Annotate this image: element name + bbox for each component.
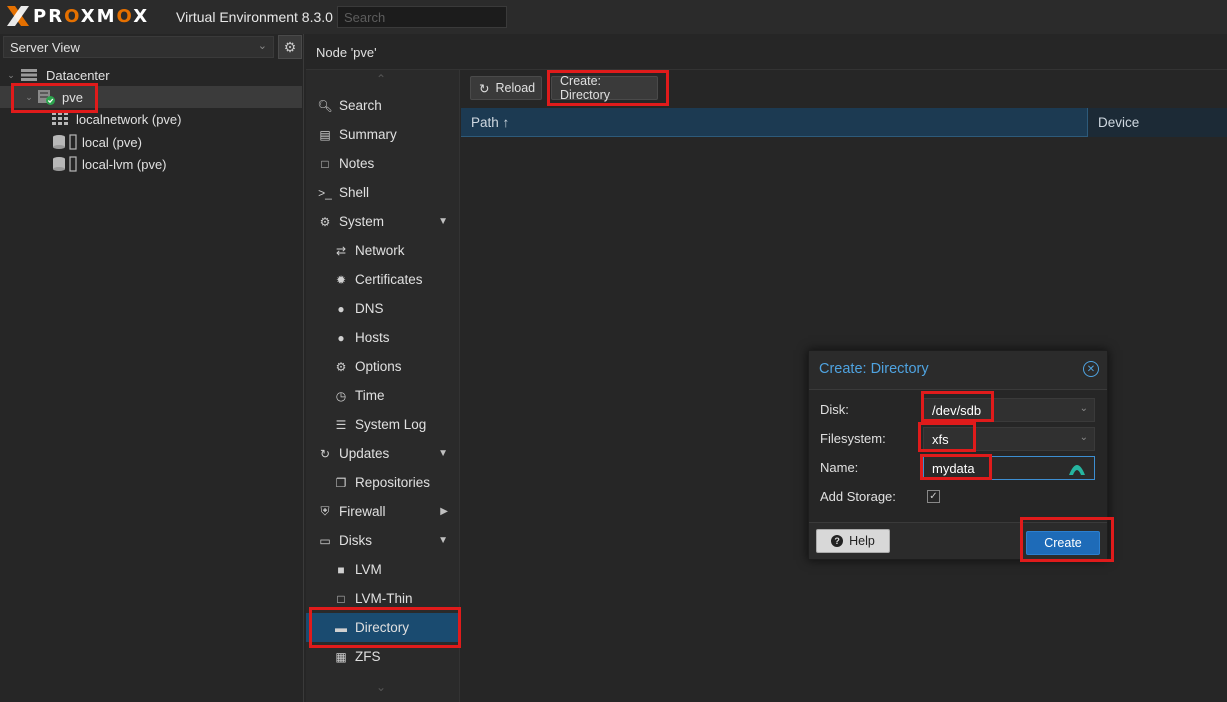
name-row: Name: mydata (809, 456, 1107, 480)
create-directory-dialog: Create: Directory ✕ Disk: /dev/sdb ⌄ Fil… (808, 350, 1108, 560)
nav-item-summary[interactable]: ▤ Summary (306, 120, 460, 149)
note-icon: □ (321, 156, 329, 171)
password-manager-icon[interactable] (1068, 460, 1086, 476)
create-directory-button[interactable]: Create: Directory (551, 74, 658, 102)
create-button[interactable]: Create (1026, 531, 1100, 555)
nav-item-system-log[interactable]: ☰ System Log (306, 410, 460, 439)
tree-item-datacenter[interactable]: ⌄ Datacenter (0, 64, 302, 86)
nav-item-disks[interactable]: ▭ Disks ▼ (306, 526, 460, 555)
dialog-title: Create: Directory (819, 361, 929, 377)
scroll-down-icon[interactable]: ⌄ (376, 680, 386, 694)
expand-down-icon[interactable]: ▼ (438, 216, 448, 227)
files-icon: ❐ (335, 475, 347, 490)
tree-item-localnetwork[interactable]: localnetwork (pve) (0, 108, 302, 130)
cogs-icon: ⚙ (319, 214, 331, 229)
globe-icon: ● (337, 301, 345, 316)
server-rack-icon (21, 69, 37, 81)
proxmox-x-icon (7, 6, 29, 26)
expand-down-icon[interactable]: ▼ (438, 535, 448, 546)
gear-icon: ⚙ (335, 359, 347, 374)
node-header: Node 'pve' (306, 34, 1227, 70)
storage-icon (53, 156, 77, 172)
grid-header: Path ↑ Device (461, 108, 1227, 137)
toolbar: ↻ Reload Create: Directory (461, 70, 1227, 108)
column-path[interactable]: Path ↑ (471, 115, 509, 130)
tree-item-pve[interactable]: ⌄ pve (0, 86, 302, 108)
nav-item-lvm[interactable]: ■ LVM (306, 555, 460, 584)
book-icon: ▤ (319, 127, 331, 142)
product-title: Virtual Environment 8.3.0 (176, 9, 333, 25)
chevron-down-icon: ⌄ (257, 40, 267, 52)
proxmox-logo[interactable]: PROXMOX (5, 4, 149, 28)
nav-item-lvm-thin[interactable]: □ LVM-Thin (306, 584, 460, 613)
filesystem-row: Filesystem: xfs ⌄ (809, 427, 1107, 451)
name-input[interactable]: mydata (923, 456, 1095, 480)
node-nav-menu: ⌃ 🔍︎ Search ▤ Summary □ Notes >_ Shell ⚙… (306, 70, 460, 702)
list-icon: ☰ (335, 417, 347, 432)
globe-icon: ● (337, 330, 345, 345)
disk-row: Disk: /dev/sdb ⌄ (809, 398, 1107, 422)
column-device[interactable]: Device (1087, 108, 1227, 137)
refresh-icon: ↻ (319, 446, 331, 461)
square-outline-icon: □ (337, 591, 345, 606)
tree-item-local-lvm[interactable]: local-lvm (pve) (0, 153, 302, 175)
collapse-icon[interactable]: ⌄ (24, 92, 34, 103)
expand-down-icon[interactable]: ▼ (438, 448, 448, 459)
nav-item-network[interactable]: ⇄ Network (306, 236, 460, 265)
nav-item-dns[interactable]: ● DNS (306, 294, 460, 323)
add-storage-row: Add Storage: ✓ (809, 485, 1107, 509)
nav-item-hosts[interactable]: ● Hosts (306, 323, 460, 352)
reload-button[interactable]: ↻ Reload (470, 76, 542, 100)
help-button[interactable]: ? Help (816, 529, 890, 553)
nav-item-system[interactable]: ⚙ System ▼ (306, 207, 460, 236)
dialog-form: Disk: /dev/sdb ⌄ Filesystem: xfs ⌄ Name:… (809, 389, 1107, 523)
grid-icon (52, 112, 68, 125)
clock-icon: ◷ (335, 388, 347, 403)
chevron-down-icon: ⌄ (1079, 432, 1088, 443)
search-input[interactable] (337, 6, 507, 28)
nav-item-firewall[interactable]: ⛨ Firewall ▶ (306, 497, 460, 526)
square-icon: ■ (337, 562, 345, 577)
exchange-icon: ⇄ (335, 243, 347, 258)
terminal-icon: >_ (318, 185, 332, 200)
add-storage-checkbox[interactable]: ✓ (927, 490, 940, 503)
certificate-icon: ✹ (335, 272, 347, 287)
nav-item-time[interactable]: ◷ Time (306, 381, 460, 410)
nav-item-notes[interactable]: □ Notes (306, 149, 460, 178)
disk-select[interactable]: /dev/sdb ⌄ (923, 398, 1095, 422)
expand-right-icon[interactable]: ▶ (440, 506, 448, 517)
nav-item-repositories[interactable]: ❐ Repositories (306, 468, 460, 497)
gear-icon: ⚙ (283, 38, 297, 55)
tree-item-local[interactable]: local (pve) (0, 131, 302, 153)
refresh-icon: ↻ (479, 81, 490, 96)
hdd-icon: ▭ (319, 533, 331, 548)
nav-item-zfs[interactable]: ▦ ZFS (306, 642, 460, 671)
top-bar: PROXMOX Virtual Environment 8.3.0 (0, 0, 1227, 34)
view-selector[interactable]: Server View ⌄ (3, 36, 274, 58)
search-icon: 🔍︎ (317, 98, 333, 113)
nav-item-options[interactable]: ⚙ Options (306, 352, 460, 381)
shield-icon: ⛨ (320, 504, 330, 518)
resource-tree: Server View ⌄ ⚙ ⌄ Datacenter ⌄ pve local… (0, 34, 304, 702)
storage-icon (53, 134, 77, 150)
nav-item-updates[interactable]: ↻ Updates ▼ (306, 439, 460, 468)
th-large-icon: ▦ (335, 649, 347, 664)
collapse-icon[interactable]: ⌄ (6, 70, 16, 81)
chevron-down-icon: ⌄ (1079, 403, 1088, 414)
filesystem-select[interactable]: xfs ⌄ (923, 427, 1095, 451)
close-icon[interactable]: ✕ (1083, 361, 1099, 377)
nav-item-directory[interactable]: ▬ Directory (306, 613, 460, 642)
scroll-up-icon[interactable]: ⌃ (376, 72, 386, 86)
nav-item-shell[interactable]: >_ Shell (306, 178, 460, 207)
nav-item-search[interactable]: 🔍︎ Search (306, 91, 460, 120)
node-online-icon (38, 90, 55, 105)
nav-item-certificates[interactable]: ✹ Certificates (306, 265, 460, 294)
node-title: Node 'pve' (316, 45, 377, 60)
folder-icon: ▬ (335, 620, 347, 635)
question-icon: ? (831, 535, 844, 547)
tree-settings-button[interactable]: ⚙ (278, 35, 302, 59)
